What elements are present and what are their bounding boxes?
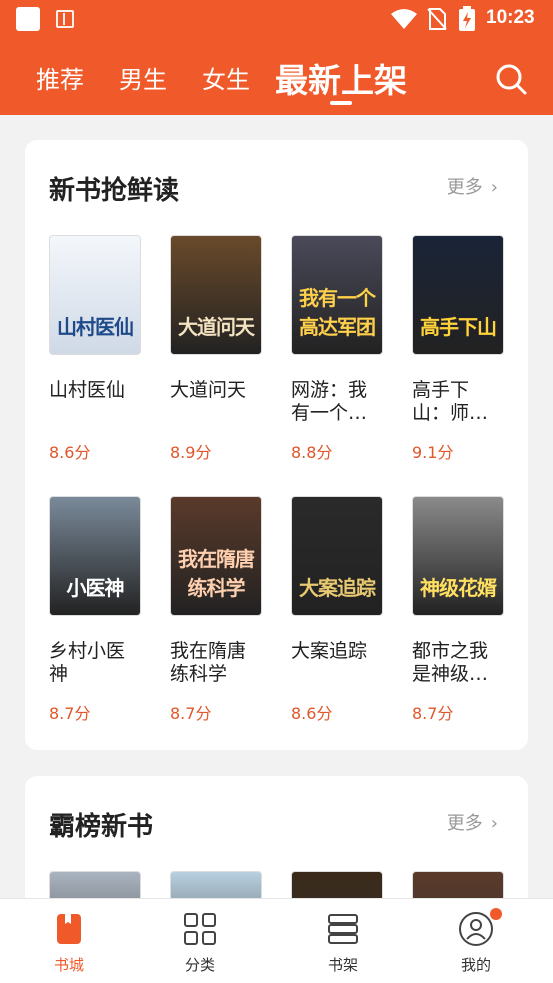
book-score: 8.9分: [170, 443, 212, 462]
tab-recommend[interactable]: 推荐: [36, 60, 84, 95]
profile-icon: [459, 912, 493, 946]
new-books-section: 新书抢鲜读 更多 › 山村医仙 山村医仙 8.6分 大道问天 大道问天 8.9分 我有一个高达…: [25, 140, 528, 750]
section-title: 新书抢鲜读: [49, 176, 180, 206]
bookshelf-icon: [328, 914, 358, 944]
book-cover: 大道问天: [170, 235, 262, 355]
book-score: 8.8分: [291, 443, 333, 462]
no-sim-icon: [427, 8, 447, 30]
search-icon[interactable]: [494, 62, 528, 96]
book-title: 高手下山：师…: [412, 379, 489, 424]
book-score: 8.6分: [49, 443, 91, 462]
nav-bookstore[interactable]: 书城: [0, 899, 138, 983]
book-cover: 大案追踪: [291, 496, 383, 616]
nav-bookshelf[interactable]: 书架: [274, 899, 412, 983]
status-bar: 10:23: [0, 0, 553, 38]
category-icon: [184, 913, 216, 945]
book-cover: 小医神: [49, 496, 141, 616]
more-link[interactable]: 更多 ›: [447, 173, 498, 199]
book-cover-title: 山村医仙: [57, 315, 134, 339]
tab-male[interactable]: 男生: [119, 60, 167, 95]
nav-label: 书架: [327, 956, 358, 974]
nav-profile[interactable]: 我的: [407, 899, 545, 983]
more-label: 更多: [446, 177, 483, 198]
top-tabs: 推荐 男生 女生 最新上架: [0, 38, 553, 115]
bottom-navigation: 书城 分类 书架 我的: [0, 898, 553, 983]
chevron-right-icon: ›: [490, 177, 498, 198]
more-link[interactable]: 更多 ›: [447, 809, 498, 835]
book-cover: 山村医仙: [49, 235, 141, 355]
nav-label: 书城: [53, 956, 84, 974]
tab-female[interactable]: 女生: [202, 60, 250, 95]
app-header: 10:23 推荐 男生 女生 最新上架: [0, 0, 553, 115]
book-cover: 我在隋唐练科学: [170, 496, 262, 616]
app-notification-icon: [16, 7, 40, 31]
book-title: 我在隋唐练科学: [170, 640, 247, 685]
book-score: 8.7分: [49, 704, 91, 723]
book-cover-title: 我有一个高达军团: [299, 286, 376, 339]
book-score: 8.6分: [291, 704, 333, 723]
active-tab-indicator: [330, 101, 352, 105]
battery-charging-icon: [459, 6, 475, 31]
book-notification-icon: [56, 10, 74, 28]
book-cover-title: 大案追踪: [299, 576, 376, 600]
wifi-icon: [391, 9, 417, 29]
nav-label: 分类: [184, 956, 215, 974]
book-title: 乡村小医神: [49, 640, 126, 685]
book-cover-title: 大道问天: [178, 315, 255, 339]
book-cover: 高手下山: [412, 235, 504, 355]
nav-category[interactable]: 分类: [131, 899, 269, 983]
book-score: 8.7分: [412, 704, 454, 723]
book-title: 都市之我是神级…: [412, 640, 489, 685]
book-title: 大案追踪: [291, 640, 368, 662]
book-title: 山村医仙: [49, 379, 126, 401]
book-cover-title: 神级花婿: [420, 576, 497, 600]
chevron-right-icon: ›: [490, 813, 498, 834]
book-cover: 我有一个高达军团: [291, 235, 383, 355]
notification-badge: [490, 908, 502, 920]
bookstore-icon: [57, 914, 81, 944]
book-cover-title: 我在隋唐练科学: [178, 547, 255, 600]
book-title: 网游：我有一个…: [291, 379, 368, 424]
book-title: 大道问天: [170, 379, 247, 401]
book-cover-title: 小医神: [66, 576, 125, 600]
book-score: 9.1分: [412, 443, 454, 462]
book-cover: 神级花婿: [412, 496, 504, 616]
book-cover-title: 高手下山: [420, 315, 497, 339]
nav-label: 我的: [460, 956, 491, 974]
section-title: 霸榜新书: [49, 812, 154, 842]
tab-new-arrivals[interactable]: 最新上架: [275, 54, 407, 102]
book-score: 8.7分: [170, 704, 212, 723]
more-label: 更多: [446, 813, 483, 834]
status-time: 10:23: [486, 7, 535, 28]
